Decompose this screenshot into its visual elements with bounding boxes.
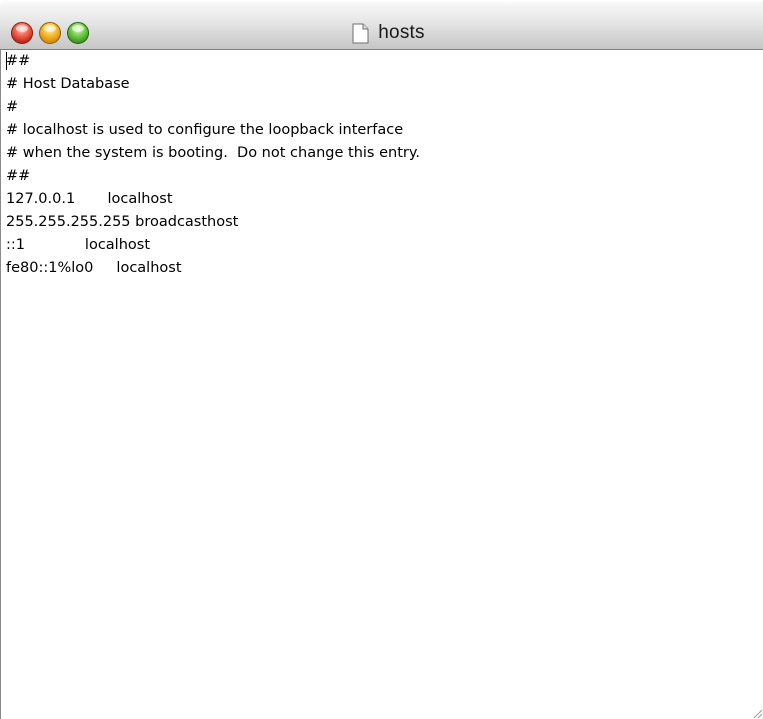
text-line[interactable]: 255.255.255.255 broadcasthost [6,211,238,234]
title-bar[interactable]: hosts [0,0,763,50]
text-editor-window: hosts ## # Host Database # # localhost i… [0,0,763,719]
text-line[interactable]: # when the system is booting. Do not cha… [6,142,420,165]
text-line[interactable]: # localhost is used to configure the loo… [6,119,403,142]
document-icon[interactable] [352,23,369,44]
resize-grip-icon[interactable] [749,705,763,719]
title-group: hosts [0,20,763,46]
text-line[interactable]: fe80::1%lo0 localhost [6,257,182,280]
text-line[interactable]: 127.0.0.1 localhost [6,188,173,211]
text-editor-area[interactable]: ## # Host Database # # localhost is used… [0,50,763,719]
text-line[interactable]: # Host Database [6,73,130,96]
text-line[interactable]: # [6,96,18,119]
window-title: hosts [378,22,425,43]
text-line[interactable]: ## [6,50,30,73]
text-line[interactable]: ## [6,165,30,188]
text-line[interactable]: ::1 localhost [6,234,150,257]
